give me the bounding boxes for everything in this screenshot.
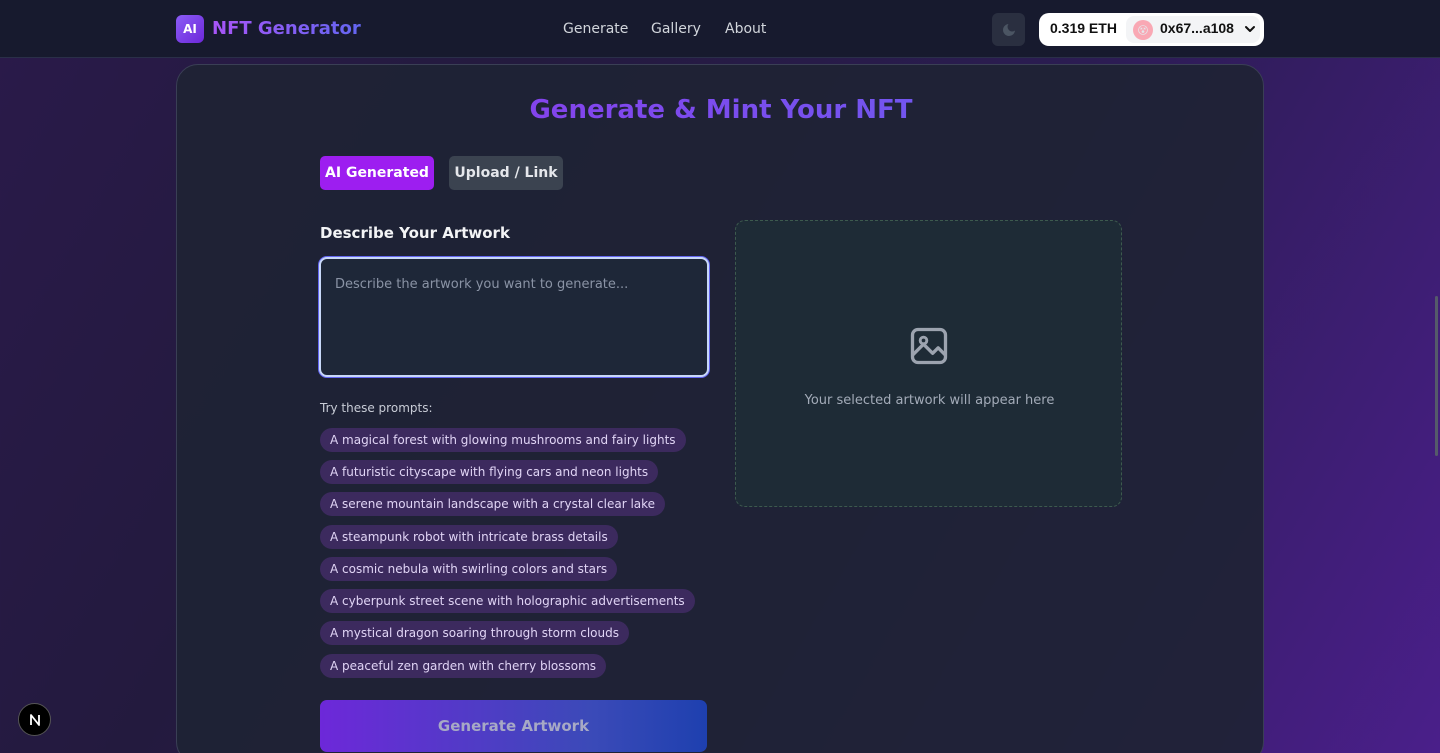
wallet-address: 0x67...a108: [1160, 20, 1234, 36]
prompt-chip[interactable]: A cyberpunk street scene with holographi…: [320, 589, 695, 613]
artwork-preview: Your selected artwork will appear here: [735, 220, 1122, 507]
prompt-chip[interactable]: A serene mountain landscape with a cryst…: [320, 492, 666, 516]
prompt-chip[interactable]: A steampunk robot with intricate brass d…: [320, 525, 618, 549]
logo-badge[interactable]: AI: [176, 15, 204, 43]
nav-about[interactable]: About: [725, 21, 766, 37]
image-icon: [910, 327, 948, 365]
tab-ai-generated[interactable]: AI Generated: [320, 156, 434, 190]
prompt-textarea[interactable]: [319, 257, 709, 377]
prompt-chip[interactable]: A futuristic cityscape with flying cars …: [320, 460, 659, 484]
theme-toggle-button[interactable]: [992, 13, 1025, 46]
try-prompts-label: Try these prompts:: [320, 401, 433, 415]
prompt-chip[interactable]: A mystical dragon soaring through storm …: [320, 621, 629, 645]
top-navbar: AI NFT Generator Generate Gallery About …: [0, 0, 1440, 58]
prompt-chip[interactable]: A magical forest with glowing mushrooms …: [320, 428, 686, 452]
tab-upload-link[interactable]: Upload / Link: [449, 156, 563, 190]
wallet-balance: 0.319 ETH: [1050, 20, 1117, 36]
moon-icon: [1002, 23, 1015, 36]
wallet-button[interactable]: 0.319 ETH 😵 0x67...a108: [1039, 13, 1264, 46]
page-title: Generate & Mint Your NFT: [177, 95, 1265, 125]
prompt-chip[interactable]: A cosmic nebula with swirling colors and…: [320, 557, 618, 581]
app-title[interactable]: NFT Generator: [212, 18, 361, 39]
preview-placeholder-text: Your selected artwork will appear here: [804, 393, 1055, 408]
nav-generate[interactable]: Generate: [563, 21, 628, 37]
nav-gallery[interactable]: Gallery: [651, 21, 701, 37]
generate-card: Generate & Mint Your NFT AI Generated Up…: [176, 64, 1264, 753]
account-avatar: 😵: [1133, 20, 1153, 40]
prompt-chip[interactable]: A peaceful zen garden with cherry blosso…: [320, 654, 607, 678]
describe-label: Describe Your Artwork: [320, 224, 510, 242]
framework-badge-icon[interactable]: [18, 703, 51, 736]
n-logo-icon: [29, 713, 40, 726]
generate-artwork-button[interactable]: Generate Artwork: [320, 700, 707, 752]
scrollbar-thumb[interactable]: [1435, 296, 1438, 456]
chevron-down-icon: [1245, 26, 1255, 32]
